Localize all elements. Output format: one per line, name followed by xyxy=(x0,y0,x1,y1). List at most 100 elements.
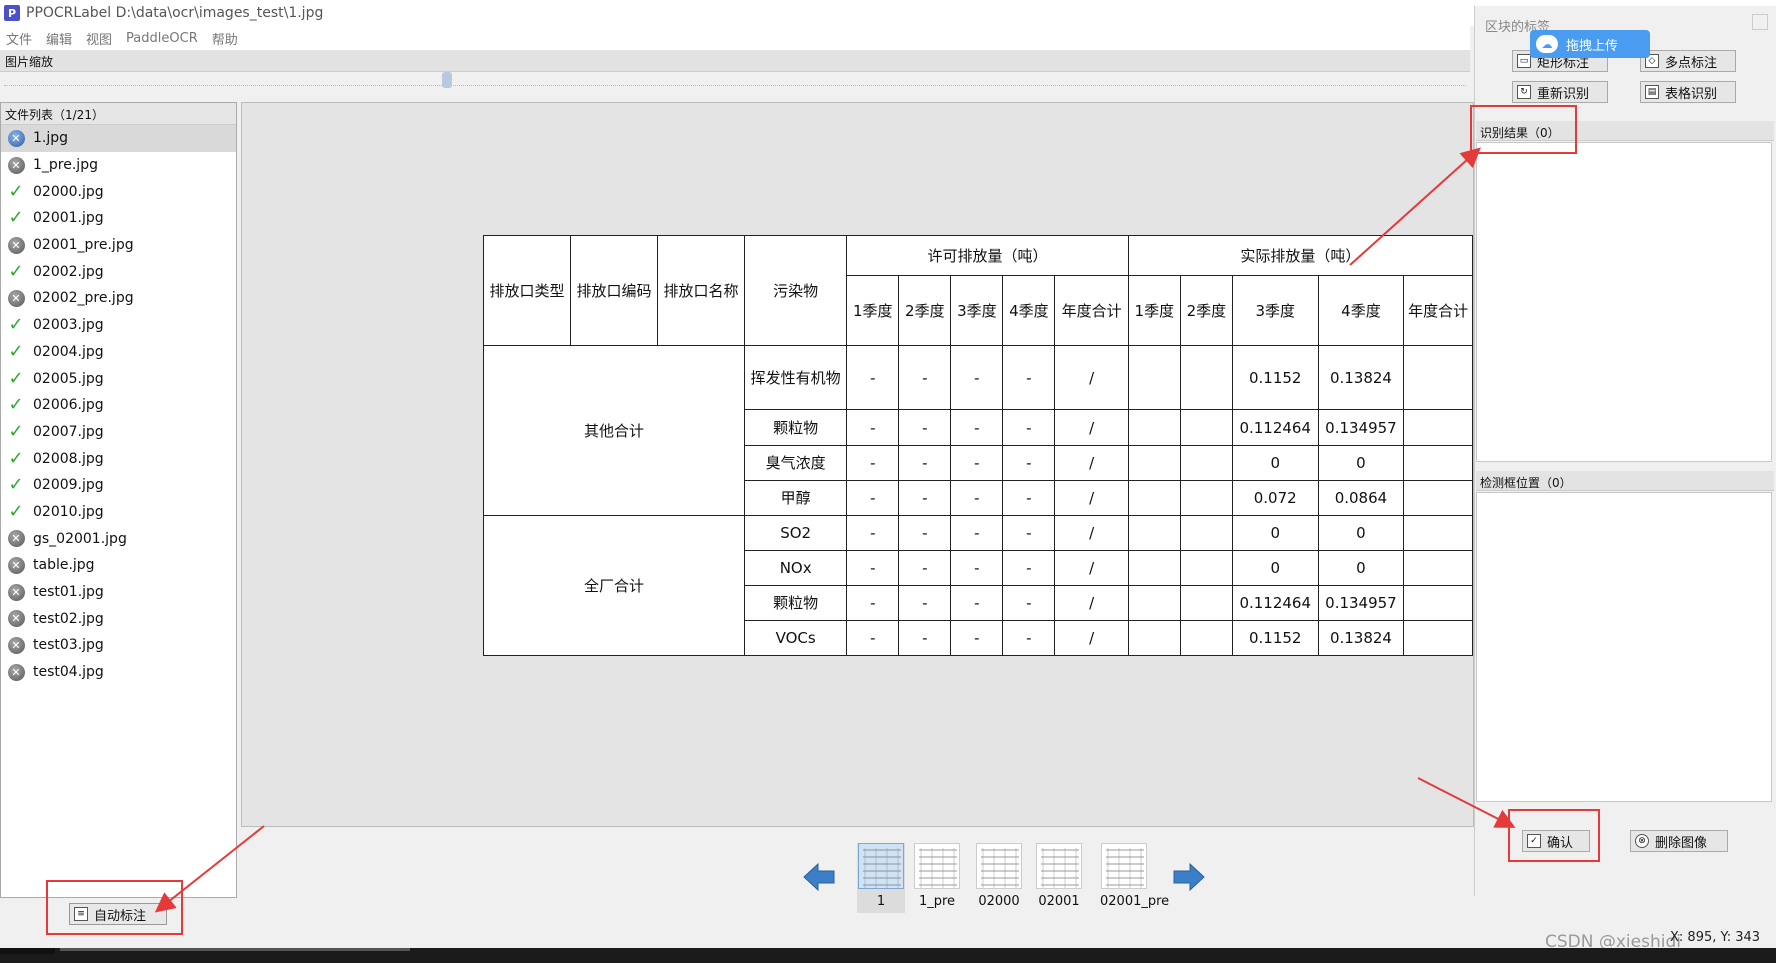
file-list-header: 文件列表（1/21） xyxy=(1,103,236,125)
actual-value-cell: 0 xyxy=(1317,515,1405,551)
delete-image-button[interactable]: ⊗ 删除图像 xyxy=(1630,830,1728,852)
file-item[interactable]: ✕ gs_02001.jpg xyxy=(1,525,236,552)
unlabeled-x-icon: ✕ xyxy=(7,156,25,174)
boxes-list[interactable] xyxy=(1476,492,1772,802)
actual-value-cell xyxy=(1127,409,1181,446)
file-item[interactable]: ✕ 02001_pre.jpg xyxy=(1,232,236,259)
permit-value-cell: / xyxy=(1054,345,1129,410)
permit-value-cell: - xyxy=(846,480,900,516)
multipoint-label-button[interactable]: ◇ 多点标注 xyxy=(1640,50,1736,72)
file-item[interactable]: ✓ 02000.jpg xyxy=(1,178,236,205)
file-item[interactable]: ✕ test01.jpg xyxy=(1,579,236,606)
thumbnail-2[interactable]: 02000 xyxy=(975,843,1023,913)
file-item[interactable]: ✕ test02.jpg xyxy=(1,605,236,632)
unlabeled-x-icon: ✕ xyxy=(7,530,25,548)
image-canvas[interactable]: 排放口类型 排放口编码 排放口名称 污染物 许可排放量（吨） 实际排放量（吨） … xyxy=(241,102,1474,827)
unlabeled-x-icon: ✕ xyxy=(7,129,25,147)
actual-value-cell xyxy=(1179,445,1233,481)
actual-value-cell: 0.1152 xyxy=(1231,620,1319,656)
pollutant-cell: SO2 xyxy=(743,515,848,551)
permit-value-cell: - xyxy=(950,345,1004,410)
table-recognize-button[interactable]: ▤ 表格识别 xyxy=(1640,81,1736,103)
actual-value-cell: 0.112464 xyxy=(1231,409,1319,446)
menu-file[interactable]: 文件 xyxy=(6,29,32,48)
file-name: test02.jpg xyxy=(33,610,104,627)
next-image-arrow-icon[interactable] xyxy=(1172,862,1206,892)
thumbnail-4[interactable]: 02001_pre xyxy=(1100,843,1169,913)
permit-value-cell: - xyxy=(1002,345,1056,410)
unlabeled-x-icon: ✕ xyxy=(7,289,25,307)
checkmark-icon: ✓ xyxy=(8,180,24,202)
file-item[interactable]: ✓ 02006.jpg xyxy=(1,392,236,419)
file-item[interactable]: ✓ 02010.jpg xyxy=(1,499,236,526)
delete-image-button-label: 删除图像 xyxy=(1655,835,1708,851)
file-item[interactable]: ✕ test04.jpg xyxy=(1,659,236,686)
pollutant-cell: 颗粒物 xyxy=(743,409,848,446)
file-item[interactable]: ✓ 02004.jpg xyxy=(1,339,236,366)
actual-value-cell xyxy=(1179,515,1233,551)
checkmark-icon: ✓ xyxy=(8,474,24,496)
file-item[interactable]: ✕ 1.jpg xyxy=(1,125,236,152)
header-permit: 许可排放量（吨） xyxy=(846,235,1129,276)
actual-sub-header: 年度合计 xyxy=(1403,275,1473,346)
pollutant-cell: 挥发性有机物 xyxy=(743,345,848,410)
previous-image-arrow-icon[interactable] xyxy=(802,862,836,892)
menu-help[interactable]: 帮助 xyxy=(212,29,238,48)
file-item[interactable]: ✕ table.jpg xyxy=(1,552,236,579)
dock-close-button[interactable] xyxy=(1752,14,1768,30)
thumbnail-0[interactable]: 1 xyxy=(857,843,905,913)
actual-value-cell: 0.134957 xyxy=(1317,585,1405,621)
permit-value-cell: / xyxy=(1054,550,1129,586)
group-cell: 其他合计 xyxy=(483,345,745,516)
thumbnail-image xyxy=(1036,843,1082,889)
menu-edit[interactable]: 编辑 xyxy=(46,29,72,48)
permit-sub-header: 3季度 xyxy=(950,275,1004,346)
header-outlet-code: 排放口编码 xyxy=(570,235,658,346)
menu-paddleocr[interactable]: PaddleOCR xyxy=(126,31,198,46)
file-name: test04.jpg xyxy=(33,664,104,681)
actual-value-cell xyxy=(1179,409,1233,446)
drag-upload-label: 拖拽上传 xyxy=(1566,38,1619,54)
checkmark-icon: ✓ xyxy=(8,340,24,362)
zoom-slider-handle[interactable] xyxy=(442,72,452,88)
zoom-slider-track[interactable] xyxy=(0,74,1470,90)
actual-value-cell: 0 xyxy=(1317,445,1405,481)
cloud-icon: ☁ xyxy=(1536,35,1558,53)
menu-view[interactable]: 视图 xyxy=(86,29,112,48)
actual-value-cell: 0 xyxy=(1231,515,1319,551)
actual-value-cell: 0.112464 xyxy=(1231,585,1319,621)
file-name: 1_pre.jpg xyxy=(33,157,98,174)
rerecognize-button[interactable]: ↻ 重新识别 xyxy=(1512,81,1608,103)
file-item[interactable]: ✕ 02002_pre.jpg xyxy=(1,285,236,312)
file-item[interactable]: ✓ 02005.jpg xyxy=(1,365,236,392)
actual-value-cell xyxy=(1127,445,1181,481)
file-item[interactable]: ✓ 02003.jpg xyxy=(1,312,236,339)
permit-value-cell: - xyxy=(950,620,1004,656)
rerecognize-button-label: 重新识别 xyxy=(1537,86,1590,102)
results-list[interactable] xyxy=(1476,142,1772,462)
header-pollutant: 污染物 xyxy=(743,235,848,346)
file-item[interactable]: ✕ 1_pre.jpg xyxy=(1,152,236,179)
checkmark-icon: ✓ xyxy=(8,207,24,229)
permit-value-cell: / xyxy=(1054,620,1129,656)
file-item[interactable]: ✓ 02001.jpg xyxy=(1,205,236,232)
file-item[interactable]: ✓ 02002.jpg xyxy=(1,258,236,285)
table-recognize-button-label: 表格识别 xyxy=(1665,86,1718,102)
actual-sub-header: 1季度 xyxy=(1127,275,1181,346)
table-row: 其他合计 挥发性有机物 - - - -/0.1152 0.13824 xyxy=(483,345,1473,516)
drag-upload-badge[interactable]: ☁ 拖拽上传 xyxy=(1530,30,1650,58)
checkmark-icon: ✓ xyxy=(8,447,24,469)
checkmark-icon: ✓ xyxy=(8,260,24,282)
thumbnail-3[interactable]: 02001 xyxy=(1035,843,1083,913)
actual-value-cell xyxy=(1127,345,1181,410)
thumbnail-1[interactable]: 1_pre xyxy=(913,843,961,913)
permit-value-cell: - xyxy=(846,409,900,446)
file-item[interactable]: ✕ test03.jpg xyxy=(1,632,236,659)
file-item[interactable]: ✓ 02008.jpg xyxy=(1,445,236,472)
file-name: 02005.jpg xyxy=(33,370,104,387)
permit-value-cell: - xyxy=(846,345,900,410)
file-item[interactable]: ✓ 02007.jpg xyxy=(1,419,236,446)
delete-icon: ⊗ xyxy=(1635,834,1649,848)
file-item[interactable]: ✓ 02009.jpg xyxy=(1,472,236,499)
actual-value-cell xyxy=(1403,585,1473,621)
